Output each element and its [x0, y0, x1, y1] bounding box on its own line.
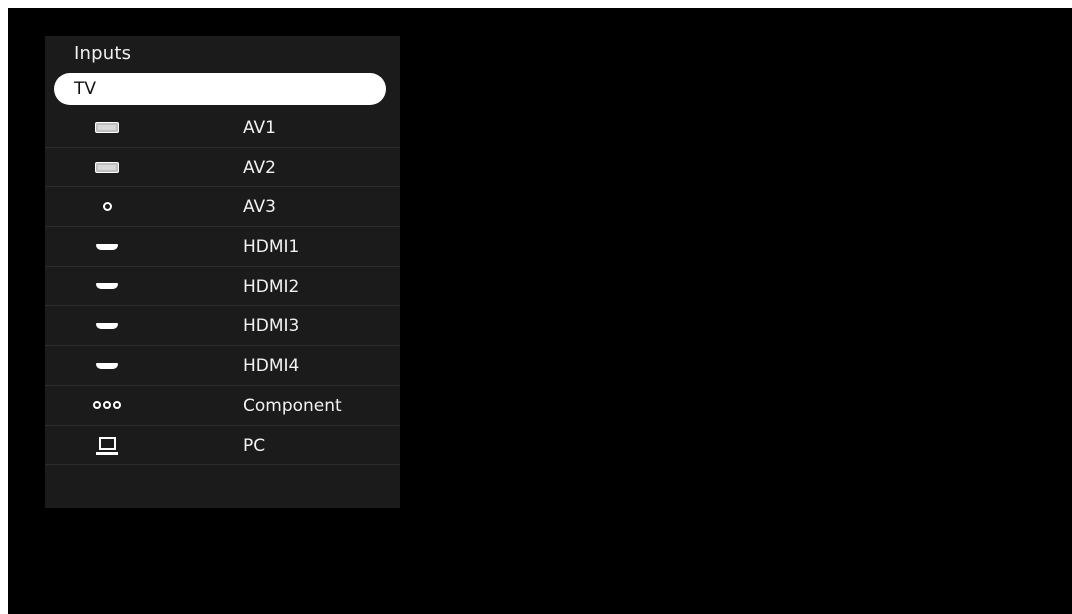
input-item-hdmi2[interactable]: HDMI2	[45, 267, 400, 307]
scart-icon	[89, 108, 125, 147]
input-item-label: HDMI2	[243, 276, 300, 297]
component-icon	[89, 386, 125, 425]
input-item-label: HDMI3	[243, 316, 300, 337]
input-item-label: TV	[74, 79, 97, 99]
hdmi-icon	[89, 306, 125, 345]
hdmi-icon	[89, 227, 125, 266]
input-item-av1[interactable]: AV1	[45, 108, 400, 148]
scart-icon	[89, 148, 125, 187]
input-item-component[interactable]: Component	[45, 386, 400, 426]
input-item-label: HDMI4	[243, 356, 300, 377]
input-item-hdmi1[interactable]: HDMI1	[45, 227, 400, 267]
input-list: AV1 AV2 AV3 HDMI1 HDMI2 HDMI3 HDMI4 Comp…	[45, 108, 400, 466]
input-item-tv[interactable]: TV	[54, 73, 386, 105]
hdmi-icon	[89, 346, 125, 385]
input-item-pc[interactable]: PC	[45, 426, 400, 466]
hdmi-icon	[89, 267, 125, 306]
input-item-hdmi4[interactable]: HDMI4	[45, 346, 400, 386]
input-item-label: AV2	[243, 157, 276, 178]
pc-icon	[89, 426, 125, 465]
input-item-label: AV3	[243, 197, 276, 218]
input-item-av2[interactable]: AV2	[45, 148, 400, 188]
inputs-menu: Inputs TV AV1 AV2 AV3 HDMI1 HDMI2 HDMI3 …	[45, 36, 400, 508]
tv-screen: Inputs TV AV1 AV2 AV3 HDMI1 HDMI2 HDMI3 …	[8, 8, 1072, 614]
menu-title: Inputs	[74, 43, 132, 64]
rca-icon	[89, 187, 125, 226]
input-item-label: PC	[243, 435, 266, 456]
input-item-hdmi3[interactable]: HDMI3	[45, 306, 400, 347]
input-item-label: HDMI1	[243, 237, 300, 258]
input-item-label: AV1	[243, 118, 276, 138]
input-item-label: Component	[243, 395, 342, 416]
input-item-av3[interactable]: AV3	[45, 187, 400, 228]
